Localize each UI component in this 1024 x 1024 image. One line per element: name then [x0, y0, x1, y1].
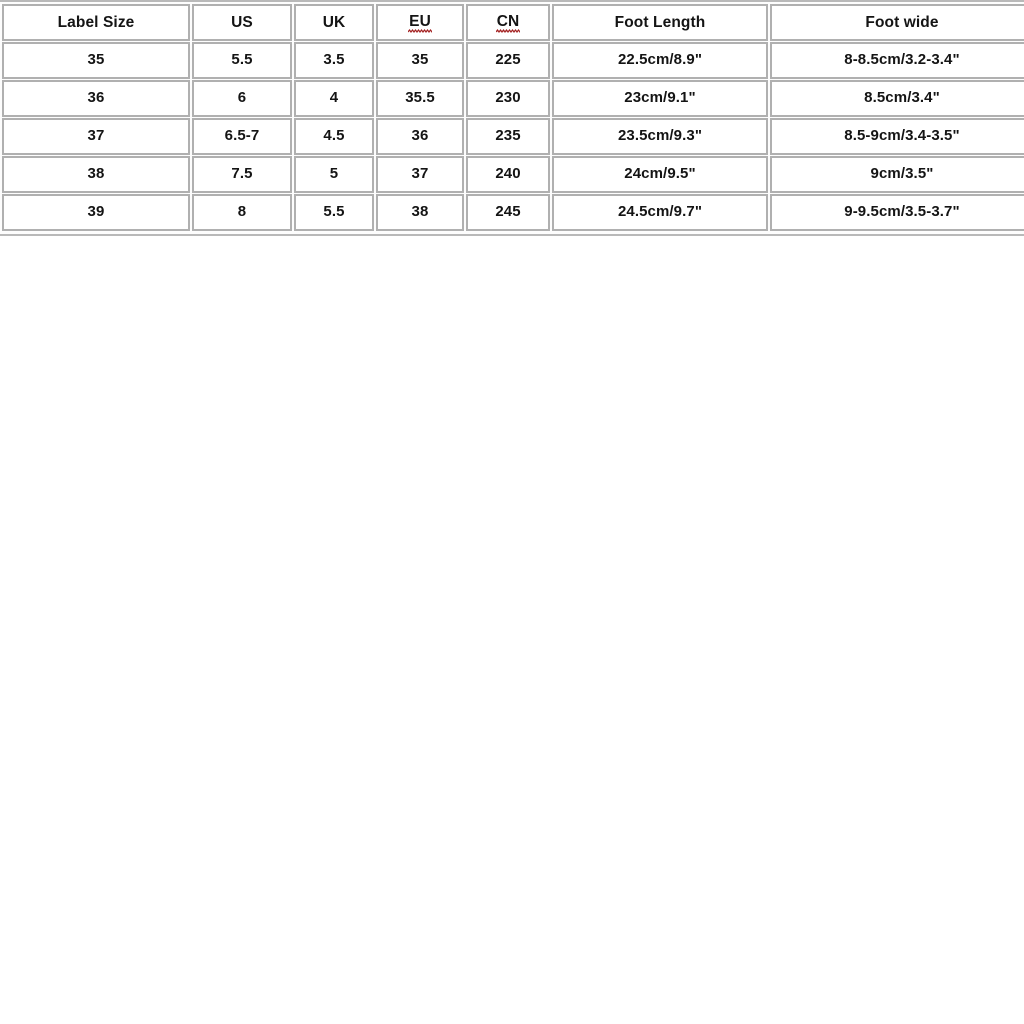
cell-us: 5.5 [192, 42, 292, 79]
column-header-uk-text: UK [322, 13, 346, 31]
cell-cn: 225 [466, 42, 550, 79]
table-row: 37 6.5-7 4.5 36 235 23.5cm/9.3" 8.5-9cm/… [2, 118, 1024, 155]
cell-label-size: 37 [2, 118, 190, 155]
cell-uk: 4.5 [294, 118, 374, 155]
column-header-foot-wide-text: Foot wide [865, 13, 939, 31]
cell-foot-wide: 8-8.5cm/3.2-3.4" [770, 42, 1024, 79]
shoe-size-conversion-table: Label Size US UK EU CN Foot Length Foot … [0, 3, 1024, 232]
cell-us: 6 [192, 80, 292, 117]
column-header-foot-length: Foot Length [552, 4, 768, 41]
cell-foot-wide: 9cm/3.5" [770, 156, 1024, 193]
table-header: Label Size US UK EU CN Foot Length Foot … [2, 4, 1024, 41]
cell-label-size: 39 [2, 194, 190, 231]
column-header-eu-text: EU [409, 12, 431, 30]
column-header-label-size-text: Label Size [57, 13, 135, 31]
cell-us: 7.5 [192, 156, 292, 193]
cell-uk: 5 [294, 156, 374, 193]
cell-foot-wide: 9-9.5cm/3.5-3.7" [770, 194, 1024, 231]
cell-uk: 5.5 [294, 194, 374, 231]
table-body: 35 5.5 3.5 35 225 22.5cm/8.9" 8-8.5cm/3.… [2, 42, 1024, 231]
cell-foot-wide: 8.5-9cm/3.4-3.5" [770, 118, 1024, 155]
size-table-container: Label Size US UK EU CN Foot Length Foot … [0, 0, 1024, 236]
cell-cn: 245 [466, 194, 550, 231]
column-header-uk: UK [294, 4, 374, 41]
cell-label-size: 36 [2, 80, 190, 117]
cell-eu: 38 [376, 194, 464, 231]
cell-foot-length: 24cm/9.5" [552, 156, 768, 193]
cell-uk: 4 [294, 80, 374, 117]
column-header-foot-wide: Foot wide [770, 4, 1024, 41]
cell-us: 8 [192, 194, 292, 231]
cell-foot-wide: 8.5cm/3.4" [770, 80, 1024, 117]
cell-label-size: 35 [2, 42, 190, 79]
spellcheck-marked-text-cn: CN [495, 12, 521, 34]
table-row: 36 6 4 35.5 230 23cm/9.1" 8.5cm/3.4" [2, 80, 1024, 117]
column-header-us-text: US [231, 13, 253, 31]
table-row: 39 8 5.5 38 245 24.5cm/9.7" 9-9.5cm/3.5-… [2, 194, 1024, 231]
table-row: 35 5.5 3.5 35 225 22.5cm/8.9" 8-8.5cm/3.… [2, 42, 1024, 79]
column-header-foot-length-text: Foot Length [614, 13, 706, 31]
cell-foot-length: 24.5cm/9.7" [552, 194, 768, 231]
cell-eu: 37 [376, 156, 464, 193]
cell-eu: 36 [376, 118, 464, 155]
cell-uk: 3.5 [294, 42, 374, 79]
spellcheck-marked-text-eu: EU [408, 12, 432, 34]
column-header-label-size: Label Size [2, 4, 190, 41]
table-row: 38 7.5 5 37 240 24cm/9.5" 9cm/3.5" [2, 156, 1024, 193]
cell-cn: 240 [466, 156, 550, 193]
column-header-cn-text: CN [496, 12, 520, 30]
column-header-cn: CN [466, 4, 550, 41]
cell-us: 6.5-7 [192, 118, 292, 155]
column-header-us: US [192, 4, 292, 41]
cell-label-size: 38 [2, 156, 190, 193]
cell-cn: 230 [466, 80, 550, 117]
cell-eu: 35 [376, 42, 464, 79]
cell-eu: 35.5 [376, 80, 464, 117]
table-header-row: Label Size US UK EU CN Foot Length Foot … [2, 4, 1024, 41]
cell-foot-length: 23cm/9.1" [552, 80, 768, 117]
size-chart-page: Label Size US UK EU CN Foot Length Foot … [0, 0, 1024, 1024]
cell-cn: 235 [466, 118, 550, 155]
cell-foot-length: 23.5cm/9.3" [552, 118, 768, 155]
cell-foot-length: 22.5cm/8.9" [552, 42, 768, 79]
column-header-eu: EU [376, 4, 464, 41]
